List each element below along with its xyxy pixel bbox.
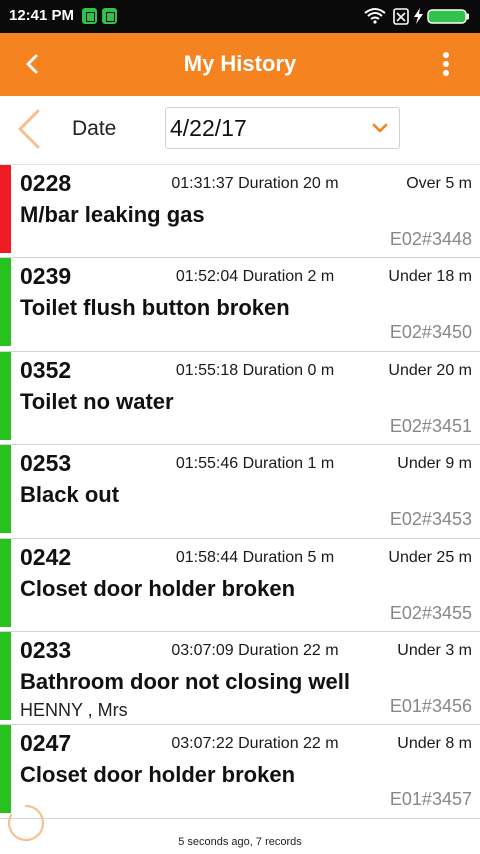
time-limit: Under 3 m — [397, 641, 472, 659]
notes-app-icon — [82, 8, 97, 24]
ticket-code: E01#3456 — [389, 695, 472, 716]
list-item[interactable]: 0233 03:07:09 Duration 22 m Under 3 m Ba… — [0, 631, 480, 726]
date-filter-bar: Date 4/22/17 — [0, 96, 480, 165]
request-time: 01:58:44 — [175, 548, 239, 566]
date-dropdown[interactable]: 4/22/17 — [165, 107, 400, 149]
ticket-code: E02#3450 — [389, 322, 472, 343]
issue-title: Bathroom door not closing well — [20, 668, 350, 694]
time-limit: Over 5 m — [406, 175, 472, 192]
chevron-left-icon — [26, 54, 38, 74]
previous-date-button[interactable] — [12, 108, 46, 149]
duration: Duration 2 m — [242, 268, 335, 286]
duration: Duration 22 m — [238, 735, 339, 753]
chevron-left-icon — [18, 109, 40, 149]
back-button[interactable] — [10, 43, 54, 87]
time-limit: Under 18 m — [388, 268, 472, 286]
issue-title: Closet door holder broken — [20, 762, 296, 788]
request-time: 01:55:18 — [175, 361, 239, 379]
list-item[interactable]: 0247 03:07:22 Duration 22 m Under 8 m Cl… — [0, 725, 480, 819]
list-item[interactable]: 0239 01:52:04 Duration 2 m Under 18 m To… — [0, 258, 480, 352]
list-item[interactable]: 0242 01:58:44 Duration 5 m Under 25 m Cl… — [0, 538, 480, 632]
request-time: 03:07:22 — [171, 735, 234, 753]
duration: Duration 0 m — [242, 361, 335, 379]
ticket-code: E02#3448 — [389, 229, 472, 249]
ticket-code: E01#3457 — [389, 789, 472, 810]
history-list: 0228 01:31:37 Duration 20 m Over 5 m M/b… — [0, 165, 480, 819]
time-limit: Under 8 m — [397, 735, 472, 753]
guest-name: HENNY , Mrs — [20, 699, 128, 720]
date-value: 4/22/17 — [170, 115, 247, 141]
issue-title: Closet door holder broken — [20, 575, 296, 601]
date-label: Date — [72, 117, 117, 140]
chevron-down-icon — [372, 123, 388, 133]
time-limit: Under 25 m — [388, 548, 472, 566]
ticket-code: E02#3451 — [389, 415, 472, 436]
request-time: 01:55:46 — [175, 455, 239, 473]
messenger-app-icon — [102, 8, 117, 24]
list-item[interactable]: 0228 01:31:37 Duration 20 m Over 5 m M/b… — [0, 165, 480, 259]
ticket-code: E02#3453 — [389, 509, 472, 530]
request-time: 01:52:04 — [175, 268, 239, 286]
overflow-menu-button[interactable] — [426, 45, 466, 85]
status-bar: 12:41 PM — [0, 0, 480, 33]
duration: Duration 1 m — [242, 455, 335, 473]
issue-title: Toilet no water — [20, 388, 174, 414]
no-sim-icon — [393, 8, 409, 25]
request-time: 03:07:09 — [171, 641, 234, 659]
wifi-icon — [364, 8, 386, 24]
charging-icon — [414, 8, 423, 24]
system-status-icons — [364, 8, 469, 25]
status-time: 12:41 PM — [9, 7, 75, 24]
issue-title: Black out — [20, 482, 120, 508]
app-bar: My History — [0, 33, 480, 96]
page-title: My History — [183, 51, 297, 76]
request-time: 01:31:37 — [171, 175, 234, 192]
time-limit: Under 20 m — [388, 361, 472, 379]
issue-title: Toilet flush button broken — [20, 295, 290, 321]
duration: Duration 20 m — [238, 175, 339, 192]
issue-title: M/bar leaking gas — [20, 202, 205, 227]
more-vertical-icon — [443, 52, 449, 76]
duration: Duration 22 m — [238, 641, 339, 659]
time-limit: Under 9 m — [397, 455, 472, 473]
records-summary: 5 seconds ago, 7 records — [178, 836, 302, 848]
list-item[interactable]: 0253 01:55:46 Duration 1 m Under 9 m Bla… — [0, 445, 480, 539]
duration: Duration 5 m — [242, 548, 335, 566]
ticket-code: E02#3455 — [389, 602, 472, 623]
list-item[interactable]: 0352 01:55:18 Duration 0 m Under 20 m To… — [0, 351, 480, 446]
battery-full-icon — [427, 9, 469, 24]
